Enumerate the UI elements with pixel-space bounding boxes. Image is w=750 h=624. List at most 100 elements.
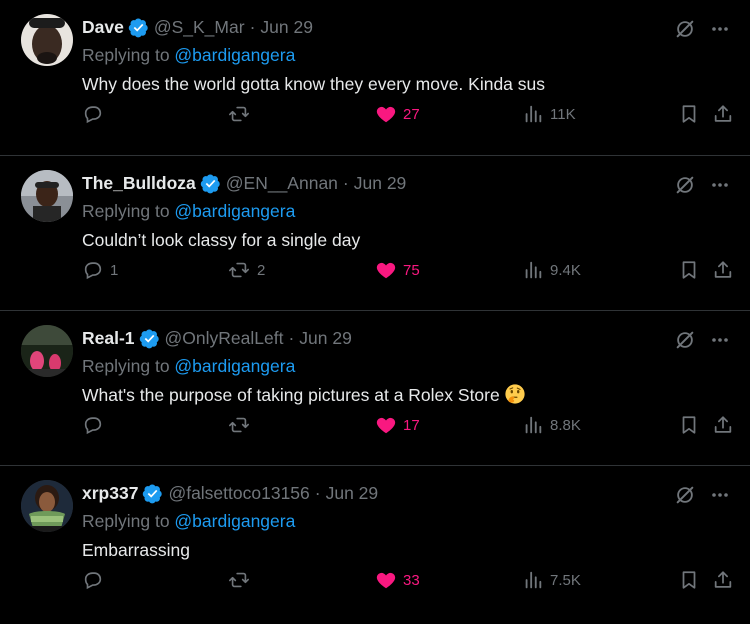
verified-badge-icon [139, 328, 160, 349]
replying-prefix: Replying to [82, 45, 175, 65]
views-chart-icon [525, 416, 542, 434]
bookmark-button[interactable] [678, 566, 700, 594]
replying-to-line: Replying to @bardigangera [82, 353, 738, 379]
replying-prefix: Replying to [82, 356, 175, 376]
bookmark-icon [682, 571, 696, 589]
share-button[interactable] [712, 100, 734, 128]
avatar[interactable] [21, 170, 73, 222]
views-button[interactable]: 9.4K [522, 256, 581, 284]
action-bar: 33 7.5K [82, 566, 732, 594]
more-options-icon[interactable] [710, 485, 730, 505]
mention-link[interactable]: @bardigangera [174, 45, 295, 65]
author-handle[interactable]: @OnlyRealLeft [165, 328, 284, 349]
retweet-button[interactable] [227, 566, 257, 594]
retweet-button[interactable] [227, 100, 257, 128]
like-button[interactable]: 75 [375, 256, 420, 284]
bookmark-button[interactable] [678, 100, 700, 128]
view-count: 11K [550, 105, 576, 123]
share-icon [714, 571, 732, 588]
reply-icon [84, 417, 102, 435]
tweet-text: Why does the world gotta know they every… [82, 74, 546, 94]
mention-link[interactable]: @bardigangera [174, 511, 295, 531]
retweet-button[interactable] [227, 411, 257, 439]
views-chart-icon [525, 571, 542, 589]
share-button[interactable] [712, 411, 734, 439]
thinking-face-emoji-icon [504, 383, 526, 405]
tweet-text: Couldn’t look classy for a single day [82, 230, 361, 250]
bookmark-icon [682, 105, 696, 123]
separator-dot: · [342, 172, 349, 193]
share-button[interactable] [712, 256, 734, 284]
tweet[interactable]: Dave @S_K_Mar · Jun 29 Replying to @bard… [0, 0, 750, 156]
avatar[interactable] [21, 480, 73, 532]
views-button[interactable]: 11K [522, 100, 576, 128]
avatar[interactable] [21, 14, 73, 66]
retweet-button[interactable]: 2 [227, 256, 265, 284]
author-handle[interactable]: @EN__Annan [226, 173, 338, 194]
views-chart-icon [525, 261, 542, 279]
like-button[interactable]: 17 [375, 411, 420, 439]
like-count: 27 [403, 105, 420, 123]
tweet-date[interactable]: Jun 29 [354, 173, 407, 194]
mention-link[interactable]: @bardigangera [174, 356, 295, 376]
like-button[interactable]: 33 [375, 566, 420, 594]
author-name[interactable]: Real-1 [82, 328, 135, 349]
grok-icon[interactable] [674, 329, 696, 351]
replying-to-line: Replying to @bardigangera [82, 198, 738, 224]
bookmark-button[interactable] [678, 256, 700, 284]
replying-prefix: Replying to [82, 201, 175, 221]
author-name[interactable]: xrp337 [82, 483, 138, 504]
more-options-icon[interactable] [710, 330, 730, 350]
retweet-icon [229, 417, 249, 433]
reply-icon [84, 572, 102, 590]
tweet[interactable]: xrp337 @falsettoco13156 · Jun 29 Replyin… [0, 466, 750, 621]
retweet-count: 2 [257, 261, 266, 279]
mention-link[interactable]: @bardigangera [174, 201, 295, 221]
heart-filled-icon [376, 417, 396, 434]
share-button[interactable] [712, 566, 734, 594]
verified-badge-icon [142, 483, 163, 504]
grok-icon[interactable] [674, 174, 696, 196]
author-handle[interactable]: @falsettoco13156 [168, 483, 309, 504]
like-count: 33 [403, 571, 420, 589]
reply-feed: Dave @S_K_Mar · Jun 29 Replying to @bard… [0, 0, 750, 624]
tweet-text-container: What's the purpose of taking pictures at… [82, 382, 738, 408]
retweet-icon [229, 106, 249, 122]
verified-badge-icon [200, 173, 221, 194]
views-button[interactable]: 8.8K [522, 411, 581, 439]
like-button[interactable]: 27 [375, 100, 420, 128]
reply-button[interactable] [82, 566, 110, 594]
tweet[interactable]: The_Bulldoza @EN__Annan · Jun 29 Replyin… [0, 156, 750, 311]
verified-badge-icon [128, 17, 149, 38]
more-options-icon[interactable] [710, 19, 730, 39]
reply-button[interactable] [82, 411, 110, 439]
retweet-icon [229, 572, 249, 588]
tweet-text: Embarrassing [82, 540, 190, 560]
tweet-date[interactable]: Jun 29 [299, 328, 352, 349]
heart-filled-icon [376, 262, 396, 279]
tweet-date[interactable]: Jun 29 [260, 17, 313, 38]
like-count: 17 [403, 416, 420, 434]
reply-button[interactable]: 1 [82, 256, 118, 284]
more-options-icon[interactable] [710, 175, 730, 195]
views-button[interactable]: 7.5K [522, 566, 581, 594]
bookmark-icon [682, 261, 696, 279]
tweet-date[interactable]: Jun 29 [326, 483, 379, 504]
action-bar: 1 2 75 9.4K [82, 256, 732, 284]
action-bar: 17 8.8K [82, 411, 732, 439]
reply-button[interactable] [82, 100, 110, 128]
bookmark-icon [682, 416, 696, 434]
author-handle[interactable]: @S_K_Mar [154, 17, 245, 38]
replying-to-line: Replying to @bardigangera [82, 42, 738, 68]
grok-icon[interactable] [674, 18, 696, 40]
bookmark-button[interactable] [678, 411, 700, 439]
author-name[interactable]: Dave [82, 17, 124, 38]
tweet[interactable]: Real-1 @OnlyRealLeft · Jun 29 Replying t… [0, 311, 750, 466]
tweet-text: What's the purpose of taking pictures at… [82, 385, 500, 405]
reply-icon [84, 262, 102, 280]
reply-icon [84, 106, 102, 124]
author-name[interactable]: The_Bulldoza [82, 173, 196, 194]
avatar[interactable] [21, 325, 73, 377]
grok-icon[interactable] [674, 484, 696, 506]
separator-dot: · [249, 16, 256, 37]
